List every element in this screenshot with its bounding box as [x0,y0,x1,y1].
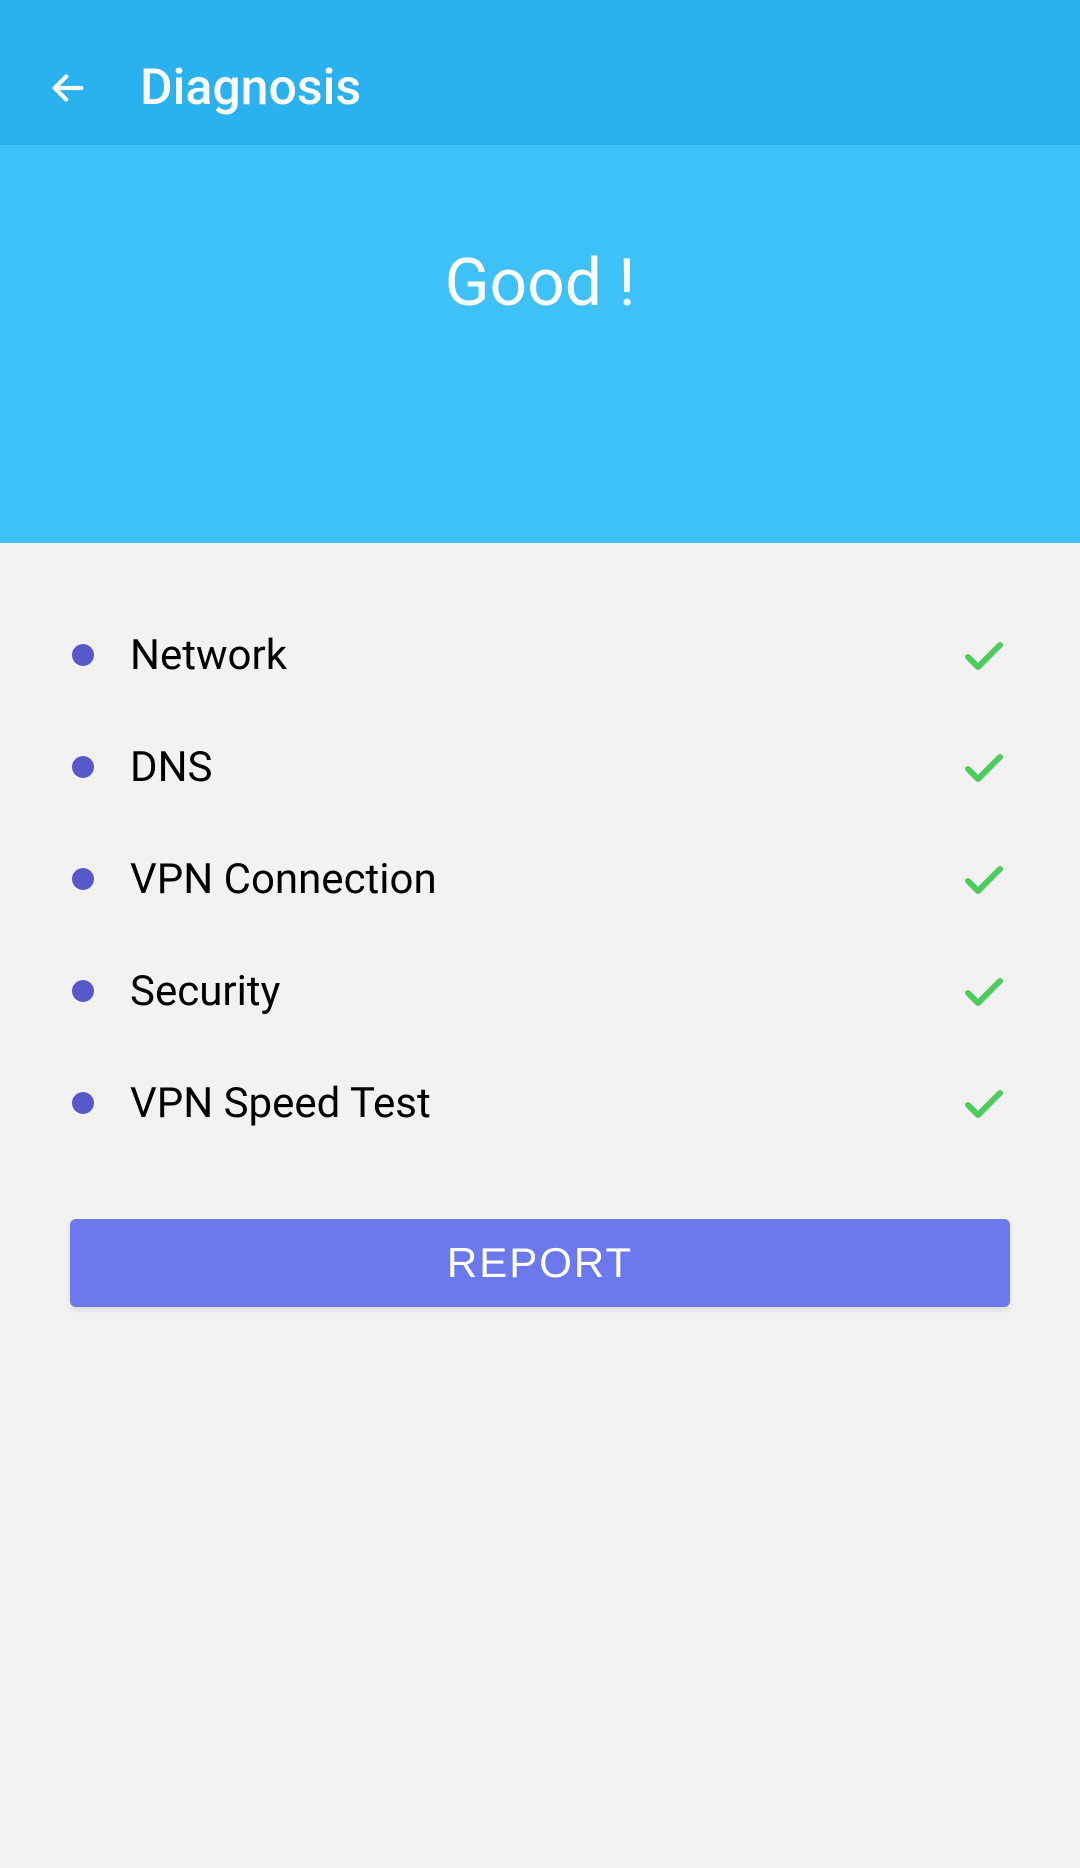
check-item-vpn-speed-test: VPN Speed Test [72,1047,1008,1159]
check-item-security: Security [72,935,1008,1047]
status-bar [0,0,1080,30]
button-container: REPORT [0,1199,1080,1327]
check-icon [960,967,1008,1015]
status-panel: Good ! [0,145,1080,543]
check-label: Network [130,631,960,680]
bullet-icon [72,1092,94,1114]
check-list: Network DNS VPN Connection Security [0,543,1080,1199]
bullet-icon [72,644,94,666]
back-icon[interactable] [48,68,88,108]
bullet-icon [72,980,94,1002]
check-label: VPN Speed Test [130,1079,960,1128]
app-bar: Diagnosis [0,30,1080,145]
check-label: Security [130,967,960,1016]
check-icon [960,631,1008,679]
page-title: Diagnosis [140,59,361,117]
bullet-icon [72,868,94,890]
check-item-network: Network [72,599,1008,711]
report-button[interactable]: REPORT [70,1219,1010,1307]
check-icon [960,1079,1008,1127]
check-icon [960,855,1008,903]
check-item-vpn-connection: VPN Connection [72,823,1008,935]
status-text: Good ! [445,245,636,322]
check-label: VPN Connection [130,855,960,904]
bullet-icon [72,756,94,778]
check-label: DNS [130,743,960,792]
check-icon [960,743,1008,791]
check-item-dns: DNS [72,711,1008,823]
